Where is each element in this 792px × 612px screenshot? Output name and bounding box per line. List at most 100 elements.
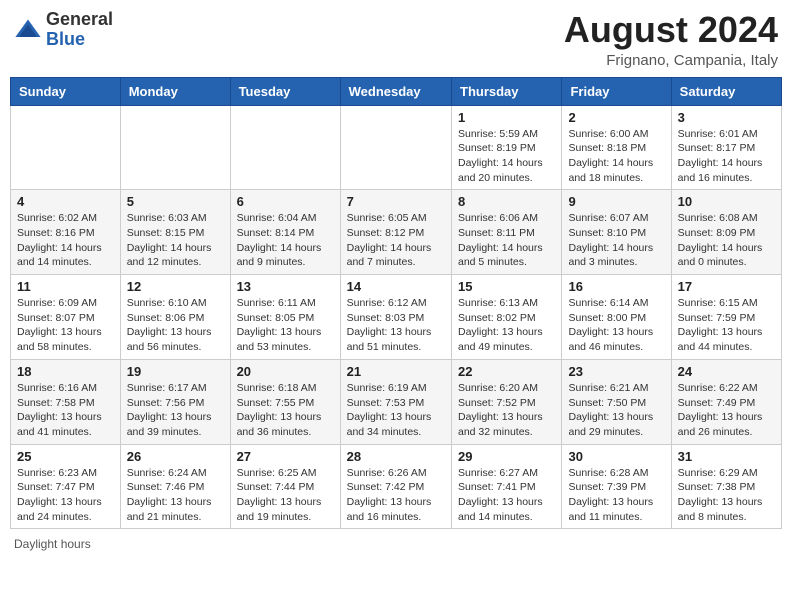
day-info: Sunrise: 5:59 AMSunset: 8:19 PMDaylight:… [458,127,555,186]
day-info: Sunrise: 6:16 AMSunset: 7:58 PMDaylight:… [17,381,114,440]
day-info: Sunrise: 6:14 AMSunset: 8:00 PMDaylight:… [568,296,664,355]
title-block: August 2024 Frignano, Campania, Italy [564,10,778,69]
weekday-header-sunday: Sunday [11,77,121,105]
calendar-cell [120,105,230,190]
day-info: Sunrise: 6:21 AMSunset: 7:50 PMDaylight:… [568,381,664,440]
day-number: 3 [678,110,775,125]
month-year-title: August 2024 [564,10,778,50]
day-number: 13 [237,279,334,294]
calendar-cell: 3 Sunrise: 6:01 AMSunset: 8:17 PMDaylight… [671,105,781,190]
calendar-cell: 17 Sunrise: 6:15 AMSunset: 7:59 PMDayligh… [671,275,781,360]
week-row-1: 1 Sunrise: 5:59 AMSunset: 8:19 PMDaylight… [11,105,782,190]
weekday-header-tuesday: Tuesday [230,77,340,105]
day-number: 31 [678,449,775,464]
calendar-cell: 25 Sunrise: 6:23 AMSunset: 7:47 PMDayligh… [11,444,121,529]
day-number: 30 [568,449,664,464]
day-info: Sunrise: 6:23 AMSunset: 7:47 PMDaylight:… [17,466,114,525]
day-info: Sunrise: 6:05 AMSunset: 8:12 PMDaylight:… [347,211,445,270]
day-number: 26 [127,449,224,464]
day-info: Sunrise: 6:27 AMSunset: 7:41 PMDaylight:… [458,466,555,525]
day-info: Sunrise: 6:02 AMSunset: 8:16 PMDaylight:… [17,211,114,270]
day-info: Sunrise: 6:18 AMSunset: 7:55 PMDaylight:… [237,381,334,440]
day-info: Sunrise: 6:04 AMSunset: 8:14 PMDaylight:… [237,211,334,270]
weekday-header-monday: Monday [120,77,230,105]
day-number: 25 [17,449,114,464]
legend-text: Daylight hours [14,537,91,551]
calendar-cell: 26 Sunrise: 6:24 AMSunset: 7:46 PMDayligh… [120,444,230,529]
logo-text: General Blue [46,10,113,50]
day-info: Sunrise: 6:15 AMSunset: 7:59 PMDaylight:… [678,296,775,355]
calendar-cell: 22Sunrise: 6:20 AMSunset: 7:52 PMDayligh… [452,359,562,444]
calendar-cell: 15 Sunrise: 6:13 AMSunset: 8:02 PMDayligh… [452,275,562,360]
day-info: Sunrise: 6:09 AMSunset: 8:07 PMDaylight:… [17,296,114,355]
calendar-cell: 18 Sunrise: 6:16 AMSunset: 7:58 PMDayligh… [11,359,121,444]
calendar-cell: 5 Sunrise: 6:03 AMSunset: 8:15 PMDaylight… [120,190,230,275]
day-number: 18 [17,364,114,379]
day-number: 24 [678,364,775,379]
calendar-cell: 9Sunrise: 6:07 AMSunset: 8:10 PMDaylight… [562,190,671,275]
calendar-cell: 7 Sunrise: 6:05 AMSunset: 8:12 PMDaylight… [340,190,451,275]
day-info: Sunrise: 6:01 AMSunset: 8:17 PMDaylight:… [678,127,775,186]
calendar-cell: 21 Sunrise: 6:19 AMSunset: 7:53 PMDayligh… [340,359,451,444]
calendar-cell: 4 Sunrise: 6:02 AMSunset: 8:16 PMDaylight… [11,190,121,275]
day-number: 1 [458,110,555,125]
day-info: Sunrise: 6:22 AMSunset: 7:49 PMDaylight:… [678,381,775,440]
day-info: Sunrise: 6:12 AMSunset: 8:03 PMDaylight:… [347,296,445,355]
day-info: Sunrise: 6:28 AMSunset: 7:39 PMDaylight:… [568,466,664,525]
calendar-cell [11,105,121,190]
day-info: Sunrise: 6:19 AMSunset: 7:53 PMDaylight:… [347,381,445,440]
calendar-cell [340,105,451,190]
day-info: Sunrise: 6:26 AMSunset: 7:42 PMDaylight:… [347,466,445,525]
location-subtitle: Frignano, Campania, Italy [564,52,778,69]
day-number: 27 [237,449,334,464]
calendar-cell: 6 Sunrise: 6:04 AMSunset: 8:14 PMDaylight… [230,190,340,275]
day-number: 4 [17,194,114,209]
logo-blue-text: Blue [46,30,113,50]
week-row-3: 11Sunrise: 6:09 AMSunset: 8:07 PMDayligh… [11,275,782,360]
day-number: 20 [237,364,334,379]
day-number: 7 [347,194,445,209]
day-number: 5 [127,194,224,209]
logo-icon [14,16,42,44]
day-number: 8 [458,194,555,209]
day-info: Sunrise: 6:10 AMSunset: 8:06 PMDaylight:… [127,296,224,355]
day-number: 14 [347,279,445,294]
weekday-header-friday: Friday [562,77,671,105]
calendar-cell: 13Sunrise: 6:11 AMSunset: 8:05 PMDayligh… [230,275,340,360]
calendar-cell: 30 Sunrise: 6:28 AMSunset: 7:39 PMDayligh… [562,444,671,529]
calendar-cell: 1 Sunrise: 5:59 AMSunset: 8:19 PMDaylight… [452,105,562,190]
day-number: 2 [568,110,664,125]
day-number: 10 [678,194,775,209]
weekday-header-row: SundayMondayTuesdayWednesdayThursdayFrid… [11,77,782,105]
calendar-cell: 31 Sunrise: 6:29 AMSunset: 7:38 PMDayligh… [671,444,781,529]
week-row-2: 4 Sunrise: 6:02 AMSunset: 8:16 PMDaylight… [11,190,782,275]
day-number: 23 [568,364,664,379]
calendar-cell: 2Sunrise: 6:00 AMSunset: 8:18 PMDaylight… [562,105,671,190]
week-row-5: 25 Sunrise: 6:23 AMSunset: 7:47 PMDayligh… [11,444,782,529]
day-info: Sunrise: 6:29 AMSunset: 7:38 PMDaylight:… [678,466,775,525]
calendar-cell: 24 Sunrise: 6:22 AMSunset: 7:49 PMDayligh… [671,359,781,444]
day-info: Sunrise: 6:17 AMSunset: 7:56 PMDaylight:… [127,381,224,440]
page-header: General Blue August 2024 Frignano, Campa… [10,10,782,69]
day-number: 19 [127,364,224,379]
day-number: 29 [458,449,555,464]
day-info: Sunrise: 6:03 AMSunset: 8:15 PMDaylight:… [127,211,224,270]
day-number: 15 [458,279,555,294]
day-info: Sunrise: 6:24 AMSunset: 7:46 PMDaylight:… [127,466,224,525]
day-number: 6 [237,194,334,209]
calendar-cell: 23 Sunrise: 6:21 AMSunset: 7:50 PMDayligh… [562,359,671,444]
day-info: Sunrise: 6:08 AMSunset: 8:09 PMDaylight:… [678,211,775,270]
calendar-table: SundayMondayTuesdayWednesdayThursdayFrid… [10,77,782,530]
day-info: Sunrise: 6:07 AMSunset: 8:10 PMDaylight:… [568,211,664,270]
day-info: Sunrise: 6:13 AMSunset: 8:02 PMDaylight:… [458,296,555,355]
logo-general-text: General [46,10,113,30]
day-info: Sunrise: 6:06 AMSunset: 8:11 PMDaylight:… [458,211,555,270]
day-number: 17 [678,279,775,294]
calendar-cell: 14 Sunrise: 6:12 AMSunset: 8:03 PMDayligh… [340,275,451,360]
calendar-cell: 29 Sunrise: 6:27 AMSunset: 7:41 PMDayligh… [452,444,562,529]
calendar-cell [230,105,340,190]
weekday-header-saturday: Saturday [671,77,781,105]
day-number: 21 [347,364,445,379]
logo: General Blue [14,10,113,50]
calendar-cell: 20 Sunrise: 6:18 AMSunset: 7:55 PMDayligh… [230,359,340,444]
